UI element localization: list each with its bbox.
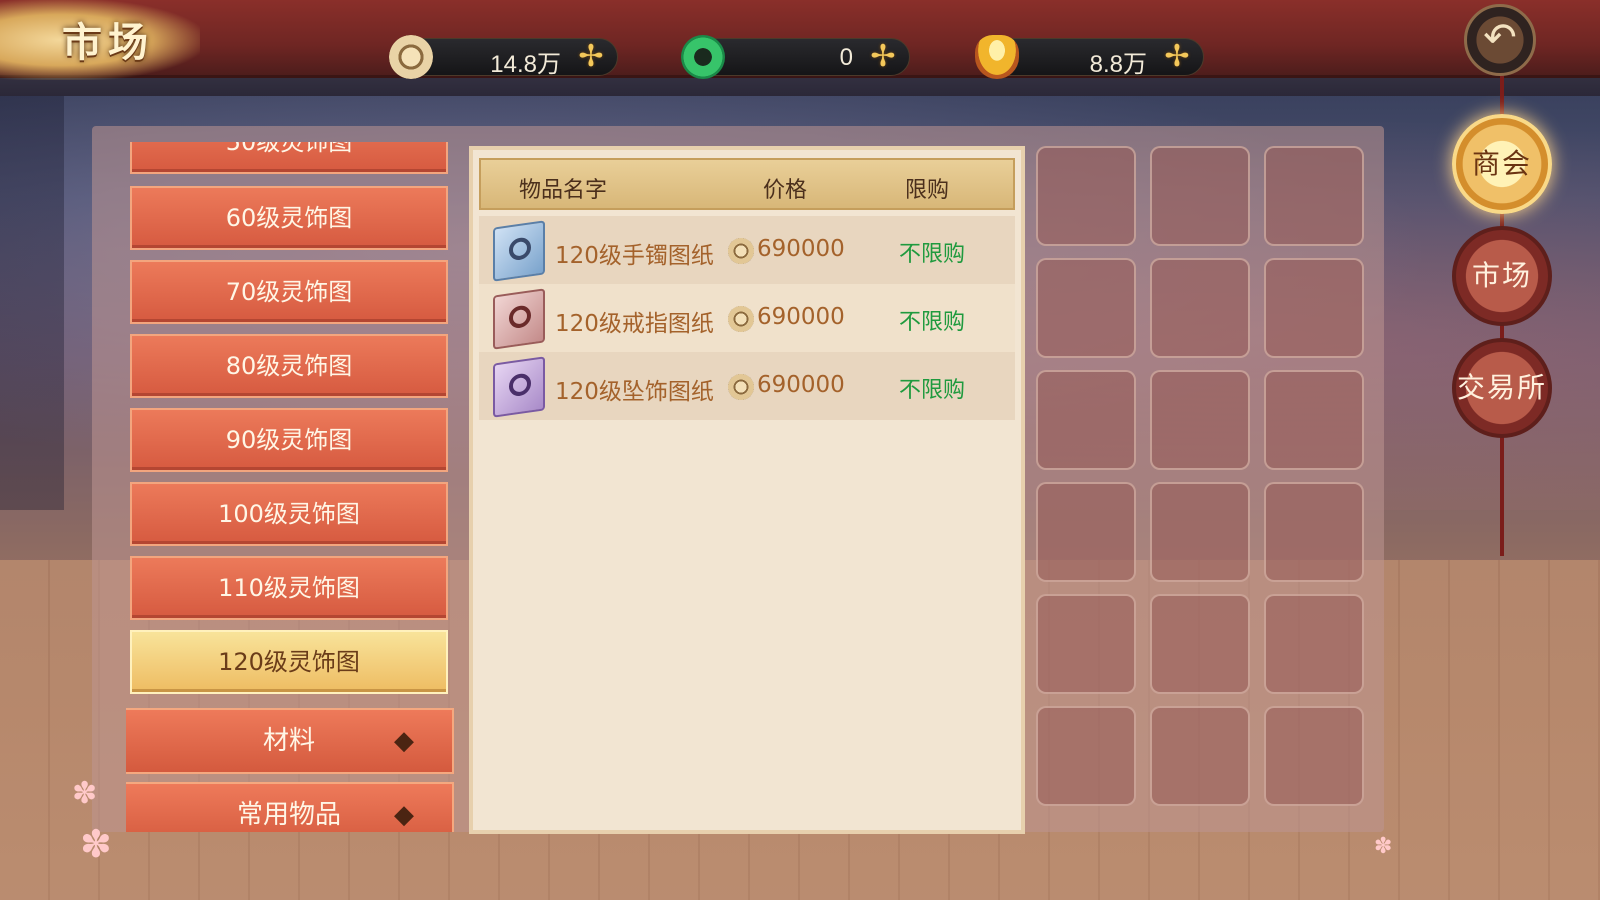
category-item-80[interactable]: 80级灵饰图 [130, 334, 448, 398]
coin-icon [728, 306, 754, 332]
item-name: 120级戒指图纸 [555, 311, 714, 337]
back-arrow-icon: ↶ [1483, 15, 1517, 61]
group-common-items-label: 常用物品 [236, 800, 341, 830]
flower-decoration-icon: ✽ [80, 822, 112, 866]
empty-slot[interactable] [1036, 482, 1136, 582]
ring-blueprint-icon [493, 288, 545, 350]
add-copper-button[interactable]: ✢ [575, 42, 607, 74]
header-name: 物品名字 [519, 178, 608, 203]
currency-copper: 14.8万 ✢ [389, 35, 618, 79]
table-row[interactable]: 120级坠饰图纸 690000 不限购 [479, 352, 1015, 420]
item-limit: 不限购 [899, 378, 966, 403]
category-item-90[interactable]: 90级灵饰图 [130, 408, 448, 472]
empty-slot[interactable] [1150, 594, 1250, 694]
empty-slot[interactable] [1036, 258, 1136, 358]
empty-slot[interactable] [1150, 706, 1250, 806]
item-price: 690000 [757, 236, 845, 262]
bracelet-blueprint-icon [493, 220, 545, 282]
item-name: 120级坠饰图纸 [555, 379, 714, 405]
empty-slot[interactable] [1264, 258, 1364, 358]
header-price: 价格 [763, 178, 808, 203]
item-limit: 不限购 [899, 310, 966, 335]
tab-exchange[interactable]: 交易所 [1452, 338, 1552, 438]
group-materials-label: 材料 [262, 726, 315, 756]
empty-slot[interactable] [1150, 370, 1250, 470]
item-price: 690000 [757, 304, 845, 330]
chevron-right-icon: ◆ [394, 726, 414, 756]
flower-decoration-icon: ✽ [1374, 834, 1393, 859]
add-jade-button[interactable]: ✢ [867, 42, 899, 74]
header-limit: 限购 [905, 178, 950, 203]
item-limit: 不限购 [899, 242, 966, 267]
group-common-items[interactable]: 常用物品 ◆ [126, 782, 454, 832]
pendant-blueprint-icon [493, 356, 545, 418]
coin-icon [728, 374, 754, 400]
category-item-60[interactable]: 60级灵饰图 [130, 186, 448, 250]
tab-market[interactable]: 市场 [1452, 226, 1552, 326]
coin-icon [728, 238, 754, 264]
empty-slot[interactable] [1150, 146, 1250, 246]
category-item-50[interactable]: 50级灵饰图 [130, 142, 448, 174]
page-title: 市场 [62, 19, 154, 66]
empty-slot[interactable] [1036, 594, 1136, 694]
currency-gold-value: 8.8万 [1089, 51, 1147, 78]
copper-coin-icon [389, 35, 433, 79]
add-gold-button[interactable]: ✢ [1161, 42, 1193, 74]
empty-slot[interactable] [1036, 370, 1136, 470]
empty-slot[interactable] [1264, 594, 1364, 694]
category-item-110[interactable]: 110级灵饰图 [130, 556, 448, 620]
flower-decoration-icon: ✽ [72, 776, 98, 811]
table-row[interactable]: 120级戒指图纸 690000 不限购 [479, 284, 1015, 352]
empty-slot[interactable] [1150, 258, 1250, 358]
empty-slot[interactable] [1036, 146, 1136, 246]
empty-slot[interactable] [1264, 146, 1364, 246]
item-table-header: 物品名字 价格 限购 [479, 158, 1015, 210]
item-name: 120级手镯图纸 [555, 243, 714, 269]
currency-jade: 0 ✢ [681, 35, 910, 79]
item-price: 690000 [757, 372, 845, 398]
group-materials[interactable]: 材料 ◆ [126, 708, 454, 774]
category-item-120[interactable]: 120级灵饰图 [130, 630, 448, 694]
back-button[interactable]: ↶ [1464, 4, 1536, 76]
category-list[interactable]: 50级灵饰图 60级灵饰图 70级灵饰图 80级灵饰图 90级灵饰图 100级灵… [126, 142, 456, 832]
currency-gold: 8.8万 ✢ [975, 35, 1204, 79]
category-item-70[interactable]: 70级灵饰图 [130, 260, 448, 324]
currency-jade-value: 0 [839, 44, 853, 71]
table-row[interactable]: 120级手镯图纸 690000 不限购 [479, 216, 1015, 284]
category-item-100[interactable]: 100级灵饰图 [130, 482, 448, 546]
empty-slot[interactable] [1150, 482, 1250, 582]
tab-merchant-guild[interactable]: 商会 [1452, 114, 1552, 214]
jade-icon [681, 35, 725, 79]
item-table: 物品名字 价格 限购 120级手镯图纸 690000 不限购 120级戒指图纸 … [469, 146, 1025, 834]
empty-slot[interactable] [1036, 706, 1136, 806]
gold-ingot-icon [975, 35, 1019, 79]
currency-copper-value: 14.8万 [490, 51, 561, 78]
empty-slot[interactable] [1264, 706, 1364, 806]
empty-slot[interactable] [1264, 482, 1364, 582]
inventory-slot-grid [1036, 146, 1372, 826]
chevron-right-icon: ◆ [394, 800, 414, 830]
empty-slot[interactable] [1264, 370, 1364, 470]
